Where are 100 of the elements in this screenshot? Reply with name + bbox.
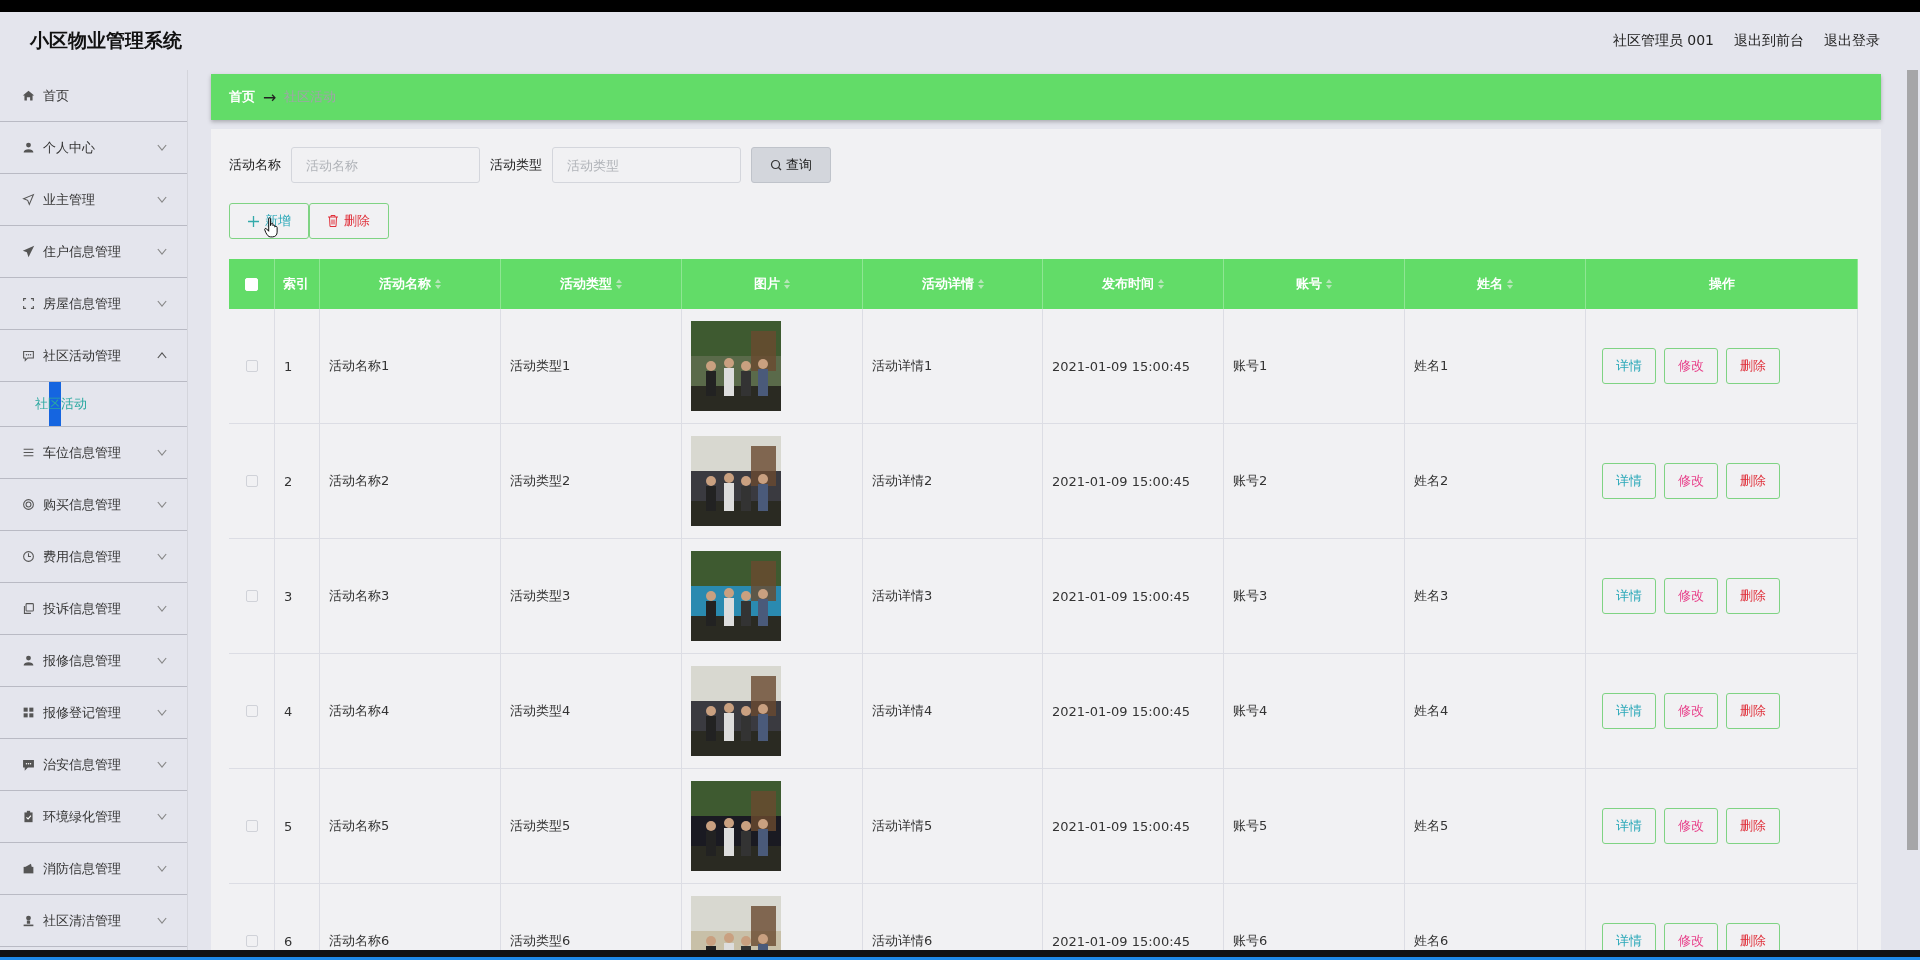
detail-button[interactable]: 详情 (1602, 578, 1656, 614)
table-cell: 活动类型2 (510, 472, 571, 490)
table-cell: 活动详情4 (872, 702, 933, 720)
detail-button[interactable]: 详情 (1602, 808, 1656, 844)
menu-item[interactable]: 社区清洁管理 (0, 895, 187, 947)
menu-item[interactable]: 环境绿化管理 (0, 791, 187, 843)
menu-item[interactable]: 治安信息管理 (0, 739, 187, 791)
table-cell: 活动类型4 (510, 702, 571, 720)
menu-item[interactable]: 车位信息管理 (0, 427, 187, 479)
table-cell: 姓名3 (1414, 587, 1449, 605)
table-cell: 2021-01-09 15:00:45 (1052, 703, 1191, 719)
table-cell: 6 (284, 933, 293, 949)
delete-button[interactable]: 删除 (1726, 693, 1780, 729)
menu-item[interactable]: 购买信息管理 (0, 479, 187, 531)
table-cell: 账号1 (1233, 357, 1268, 375)
table-cell: 2021-01-09 15:00:45 (1052, 473, 1191, 489)
menu-item[interactable]: 消防信息管理 (0, 843, 187, 895)
menu-item[interactable]: 首页 (0, 70, 187, 122)
header-link[interactable]: 退出登录 (1824, 32, 1880, 50)
menu-item[interactable]: 投诉信息管理 (0, 583, 187, 635)
row-checkbox[interactable] (245, 360, 258, 372)
menu-item[interactable]: 住户信息管理 (0, 226, 187, 278)
delete-button[interactable]: 删除 (1726, 923, 1780, 950)
edit-button[interactable]: 修改 (1664, 578, 1718, 614)
detail-button[interactable]: 详情 (1602, 463, 1656, 499)
table-cell: 活动名称2 (329, 472, 390, 490)
person-icon (22, 654, 35, 667)
chat-icon (22, 758, 35, 771)
table-cell: 账号5 (1233, 817, 1268, 835)
edit-button[interactable]: 修改 (1664, 923, 1718, 950)
table-cell: 姓名6 (1414, 932, 1449, 950)
edit-button[interactable]: 修改 (1664, 693, 1718, 729)
plus-icon (247, 215, 259, 227)
table-cell: 账号4 (1233, 702, 1268, 720)
delete-button[interactable]: 删除 (309, 203, 389, 239)
delete-button[interactable]: 删除 (1726, 463, 1780, 499)
app-title: 小区物业管理系统 (30, 28, 182, 53)
edit-button[interactable]: 修改 (1664, 348, 1718, 384)
detail-button[interactable]: 详情 (1602, 693, 1656, 729)
breadcrumb-current: 社区活动 (284, 88, 337, 106)
ring-icon (22, 498, 35, 511)
stamp-icon (22, 914, 35, 927)
chat-icon (22, 349, 35, 362)
table-cell: 姓名5 (1414, 817, 1449, 835)
table-cell: 5 (284, 818, 293, 834)
detail-button[interactable]: 详情 (1602, 923, 1656, 950)
menu-item[interactable]: 个人中心 (0, 122, 187, 174)
table-cell: 活动详情3 (872, 587, 933, 605)
menu-item[interactable]: 报修登记管理 (0, 687, 187, 739)
copy-icon (22, 602, 35, 615)
table-cell: 姓名4 (1414, 702, 1449, 720)
table-cell: 4 (284, 703, 293, 719)
delete-button[interactable]: 删除 (1726, 578, 1780, 614)
table-cell: 活动类型6 (510, 932, 571, 950)
clipboard-icon (22, 810, 35, 823)
row-checkbox[interactable] (245, 705, 258, 717)
search-field[interactable]: 活动类型 (552, 147, 741, 183)
delete-button[interactable]: 删除 (1726, 348, 1780, 384)
search-button[interactable]: 查询 (751, 147, 831, 183)
search-field[interactable]: 活动名称 (291, 147, 480, 183)
home-icon (22, 89, 35, 102)
table-cell: 2021-01-09 15:00:45 (1052, 588, 1191, 604)
person-icon (22, 141, 35, 154)
menu-item[interactable]: 费用信息管理 (0, 531, 187, 583)
table-cell: 1 (284, 358, 293, 374)
edit-button[interactable]: 修改 (1664, 808, 1718, 844)
table-cell: 活动类型5 (510, 817, 571, 835)
table-cell: 账号6 (1233, 932, 1268, 950)
row-checkbox[interactable] (245, 820, 258, 832)
table-cell: 账号2 (1233, 472, 1268, 490)
row-checkbox[interactable] (245, 475, 258, 487)
table-cell: 姓名2 (1414, 472, 1449, 490)
select-all-checkbox[interactable] (245, 277, 258, 291)
table-cell: 姓名1 (1414, 357, 1449, 375)
menu-item[interactable]: 报修信息管理 (0, 635, 187, 687)
field-label: 活动类型 (490, 156, 542, 174)
table-cell: 活动类型1 (510, 357, 571, 375)
table-cell: 活动详情6 (872, 932, 933, 950)
frame-icon (22, 297, 35, 310)
row-checkbox[interactable] (245, 935, 258, 947)
menu-item[interactable]: 社区活动管理 (0, 330, 187, 382)
scrollbar-thumb[interactable] (1907, 70, 1918, 850)
edit-button[interactable]: 修改 (1664, 463, 1718, 499)
header-link[interactable]: 退出到前台 (1734, 32, 1804, 50)
menu-item[interactable]: 房屋信息管理 (0, 278, 187, 330)
table-cell: 3 (284, 588, 293, 604)
table-cell: 活动详情2 (872, 472, 933, 490)
detail-button[interactable]: 详情 (1602, 348, 1656, 384)
table-cell: 活动名称4 (329, 702, 390, 720)
row-checkbox[interactable] (245, 590, 258, 602)
table-cell: 活动类型3 (510, 587, 571, 605)
table-cell: 活动名称5 (329, 817, 390, 835)
menu-item[interactable]: 业主管理 (0, 174, 187, 226)
delete-button[interactable]: 删除 (1726, 808, 1780, 844)
table-cell: 活动名称6 (329, 932, 390, 950)
grid-icon (22, 706, 35, 719)
breadcrumb-separator: → (263, 87, 277, 107)
table-cell: 活动名称1 (329, 357, 390, 375)
table-cell: 活动详情5 (872, 817, 933, 835)
table-cell: 活动详情1 (872, 357, 933, 375)
